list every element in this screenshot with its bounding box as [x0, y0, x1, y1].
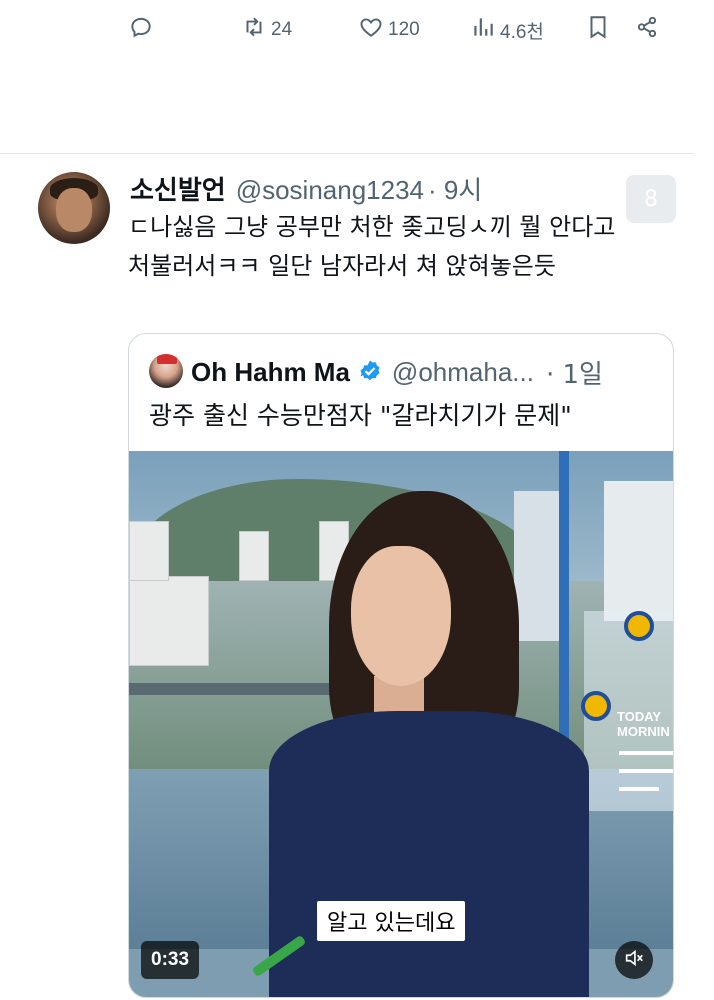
quote-tweet[interactable]: Oh Hahm Ma @ohmaha... · 1일 광주 출신 수능만점자 "…: [128, 333, 674, 998]
video-subtitle: 알고 있는데요: [317, 901, 466, 941]
share-icon: [634, 14, 660, 46]
like-icon: [358, 14, 384, 46]
quote-display-name[interactable]: Oh Hahm Ma: [191, 357, 350, 388]
reply-icon: [128, 14, 154, 46]
tweet-header: 소신발언 @sosinang1234 · 9시: [130, 170, 482, 207]
quote-header: Oh Hahm Ma @ohmaha... · 1일: [191, 354, 603, 391]
quote-handle[interactable]: @ohmaha...: [392, 357, 534, 388]
views-button[interactable]: 4.6천: [470, 8, 544, 52]
video-duration: 0:33: [141, 941, 200, 979]
like-count: 120: [388, 19, 420, 40]
user-handle[interactable]: @sosinang1234: [236, 175, 424, 206]
tweet-text: ㄷ나싫음 그냥 공부만 처한 좆고딩ㅅ끼 뭘 안다고 처불러서ㅋㅋ 일단 남자라…: [128, 213, 616, 280]
views-count: 4.6천: [500, 21, 544, 43]
verified-icon: [350, 359, 382, 387]
more-badge[interactable]: 8: [626, 175, 676, 223]
bookmark-button[interactable]: [585, 8, 611, 52]
quote-time[interactable]: · 1일: [546, 354, 603, 391]
tweet-divider: [0, 153, 694, 154]
retweet-count: 24: [271, 19, 293, 40]
views-icon: [470, 14, 496, 46]
video-player[interactable]: TODAY MORNIN 알고 있는데요 0:33: [129, 451, 673, 997]
share-button[interactable]: [634, 8, 660, 52]
retweet-icon: [241, 14, 267, 46]
like-button[interactable]: 120: [358, 8, 420, 52]
retweet-button[interactable]: 24: [241, 8, 292, 52]
bookmark-icon: [585, 14, 611, 46]
mute-icon: [623, 947, 645, 973]
tweet-action-bar: 24 120 4.6천: [0, 8, 714, 52]
avatar[interactable]: [38, 172, 110, 244]
reply-button[interactable]: [128, 8, 158, 52]
mute-button[interactable]: [615, 941, 653, 979]
display-name[interactable]: 소신발언: [130, 170, 226, 207]
quote-avatar[interactable]: [149, 354, 183, 388]
quote-text: 광주 출신 수능만점자 "갈라치기가 문제": [149, 401, 572, 430]
tweet-time[interactable]: · 9시: [428, 170, 482, 207]
video-overlay-text: TODAY MORNIN: [617, 709, 670, 739]
